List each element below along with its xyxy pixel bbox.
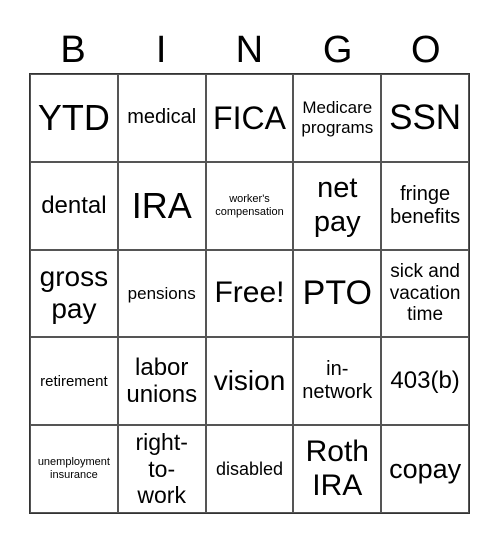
bingo-cell[interactable]: labor unions — [117, 337, 206, 426]
header-letter-o: O — [411, 29, 441, 71]
bingo-cell[interactable]: copay — [381, 425, 469, 513]
bingo-grid: YTD medical FICA Medicare programs SSN dental… — [29, 73, 470, 514]
bingo-cell[interactable]: medical — [117, 74, 206, 162]
bingo-cell[interactable]: retirement — [30, 337, 118, 426]
bingo-cell[interactable]: PTO — [293, 249, 382, 338]
header-letter-b: B — [60, 29, 86, 71]
bingo-cell[interactable]: worker's compensation — [205, 161, 294, 250]
bingo-cell[interactable]: fringe benefits — [381, 161, 469, 250]
header-letter-n: N — [235, 29, 264, 71]
bingo-cell[interactable]: Roth IRA — [293, 425, 382, 513]
header-letter-g: G — [322, 29, 353, 71]
bingo-cell[interactable]: 403(b) — [381, 337, 469, 426]
bingo-cell[interactable]: in-network — [293, 337, 382, 426]
bingo-cell[interactable]: unemployment insurance — [30, 425, 118, 513]
bingo-cell[interactable]: SSN — [381, 74, 469, 162]
bingo-cell[interactable]: sick and vacation time — [381, 249, 469, 338]
bingo-cell[interactable]: vision — [205, 337, 294, 426]
header-letter-i: I — [155, 29, 167, 71]
bingo-cell[interactable]: Free! — [205, 249, 294, 338]
bingo-cell[interactable]: dental — [30, 161, 118, 250]
bingo-cell[interactable]: IRA — [117, 161, 206, 250]
bingo-cell[interactable]: Medicare programs — [293, 74, 382, 162]
bingo-cell[interactable]: pensions — [117, 249, 206, 338]
bingo-cell[interactable]: right-to-work — [117, 425, 206, 513]
bingo-cell[interactable]: net pay — [293, 161, 382, 250]
bingo-cell[interactable]: gross pay — [30, 249, 118, 338]
bingo-cell[interactable]: disabled — [205, 425, 294, 513]
bingo-cell[interactable]: FICA — [205, 74, 294, 162]
bingo-cell[interactable]: YTD — [30, 74, 118, 162]
